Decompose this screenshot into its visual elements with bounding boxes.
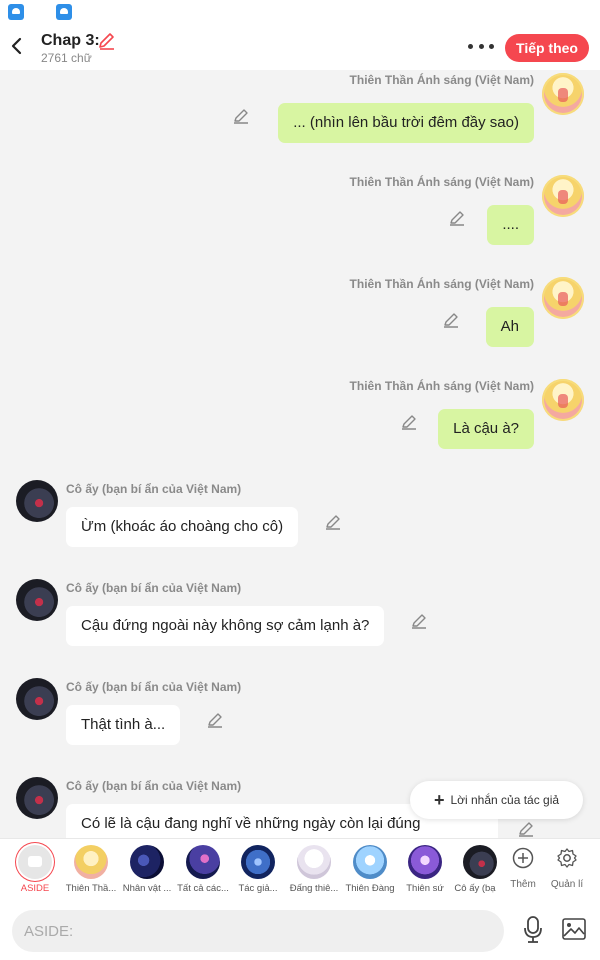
character-avatar <box>408 845 442 879</box>
input-bar <box>0 900 600 960</box>
character-item[interactable]: Thiên sứ <box>397 839 453 901</box>
edit-message-icon[interactable] <box>232 107 250 125</box>
manage-button[interactable]: Quản lí <box>542 839 592 901</box>
edit-message-icon[interactable] <box>324 513 342 531</box>
character-item[interactable]: Thiên Thầ... <box>63 839 119 901</box>
character-bar: ASIDE Thiên Thầ... Nhân vật ... Tất cả c… <box>0 838 600 900</box>
character-avatar <box>74 845 108 879</box>
character-label: Tác giả... <box>238 883 278 894</box>
chapter-title: Chap 3: <box>41 32 100 49</box>
message-bubble[interactable]: Ah <box>485 307 534 347</box>
character-label: Thiên sứ <box>406 883 444 894</box>
character-avatar <box>463 845 497 879</box>
message-bubble[interactable]: Ừm (khoác áo choàng cho cô) <box>66 507 299 547</box>
character-avatar <box>186 845 220 879</box>
message-item: Cô ấy (bạn bí ẩn của Việt Nam) Thật tình… <box>0 676 600 756</box>
add-circle-icon <box>512 847 534 869</box>
message-bubble[interactable]: Là cậu à? <box>438 409 534 449</box>
message-item: Thiên Thần Ánh sáng (Việt Nam) Là cậu à? <box>0 376 600 456</box>
message-bubble[interactable]: Cậu đứng ngoài này không sợ cảm lạnh à? <box>66 606 385 646</box>
character-label: Tất cả các... <box>177 883 229 894</box>
add-label: Thêm <box>510 879 536 890</box>
character-avatar <box>353 845 387 879</box>
message-item: Thiên Thần Ánh sáng (Việt Nam) ... (nhìn… <box>0 70 600 150</box>
plus-icon: + <box>433 790 445 810</box>
edit-message-icon[interactable] <box>517 820 535 838</box>
speaker-name: Thiên Thần Ánh sáng (Việt Nam) <box>349 379 534 393</box>
app-notification-icon <box>56 4 72 20</box>
character-item[interactable]: Cô ấy (bạ <box>452 839 498 901</box>
speaker-name: Thiên Thần Ánh sáng (Việt Nam) <box>349 175 534 189</box>
character-item[interactable]: Đấng thiê... <box>286 839 342 901</box>
message-bubble[interactable]: ... (nhìn lên bầu trời đêm đầy sao) <box>278 103 534 143</box>
character-label: Cô ấy (bạ <box>454 883 496 894</box>
speaker-name: Cô ấy (bạn bí ẩn của Việt Nam) <box>66 482 242 496</box>
message-item: Thiên Thần Ánh sáng (Việt Nam) .... <box>0 172 600 252</box>
speaker-name: Thiên Thần Ánh sáng (Việt Nam) <box>349 73 534 87</box>
character-item[interactable]: Thiên Đàng <box>342 839 398 901</box>
character-label: Đấng thiê... <box>289 883 339 894</box>
microphone-icon[interactable] <box>522 915 544 945</box>
edit-message-icon[interactable] <box>206 711 224 729</box>
avatar[interactable] <box>542 175 584 217</box>
message-bubble[interactable]: .... <box>487 205 534 245</box>
avatar[interactable] <box>542 277 584 319</box>
avatar[interactable] <box>16 480 58 522</box>
aside-icon <box>18 845 52 879</box>
character-item[interactable]: Tác giả... <box>230 839 286 901</box>
character-label: Thiên Thầ... <box>65 883 117 894</box>
speaker-name: Cô ấy (bạn bí ẩn của Việt Nam) <box>66 581 242 595</box>
character-item[interactable]: Nhân vật ... <box>119 839 175 901</box>
character-aside[interactable]: ASIDE <box>7 839 63 901</box>
avatar[interactable] <box>16 777 58 819</box>
speaker-name: Thiên Thần Ánh sáng (Việt Nam) <box>349 277 534 291</box>
message-item: Cô ấy (bạn bí ẩn của Việt Nam) Cậu đứng … <box>0 577 600 657</box>
character-avatar <box>241 845 275 879</box>
character-label: Thiên Đàng <box>345 883 395 894</box>
character-avatar <box>130 845 164 879</box>
character-label: ASIDE <box>20 883 50 894</box>
author-note-button[interactable]: + Lời nhắn của tác giả <box>410 781 583 819</box>
character-avatar <box>297 845 331 879</box>
image-icon[interactable] <box>562 918 586 940</box>
word-count: 2761 chữ <box>41 51 92 65</box>
avatar[interactable] <box>16 678 58 720</box>
manage-label: Quản lí <box>550 879 584 890</box>
gear-icon <box>557 848 577 868</box>
more-options-icon[interactable] <box>468 36 494 56</box>
edit-message-icon[interactable] <box>448 209 466 227</box>
edit-message-icon[interactable] <box>400 413 418 431</box>
edit-message-icon[interactable] <box>410 612 428 630</box>
avatar[interactable] <box>542 379 584 421</box>
speaker-name: Cô ấy (bạn bí ẩn của Việt Nam) <box>66 680 242 694</box>
message-item: Cô ấy (bạn bí ẩn của Việt Nam) Ừm (khoác… <box>0 478 600 558</box>
character-label: Nhân vật ... <box>122 883 172 894</box>
edit-message-icon[interactable] <box>442 311 460 329</box>
avatar[interactable] <box>542 73 584 115</box>
character-item[interactable]: Tất cả các... <box>175 839 231 901</box>
app-notification-icon <box>8 4 24 20</box>
back-arrow-icon[interactable] <box>6 32 28 60</box>
status-bar <box>0 0 600 24</box>
speaker-name: Cô ấy (bạn bí ẩn của Việt Nam) <box>66 779 242 793</box>
add-character-button[interactable]: Thêm <box>498 839 548 901</box>
avatar[interactable] <box>16 579 58 621</box>
author-note-label: Lời nhắn của tác giả <box>450 793 560 807</box>
message-bubble[interactable]: Thật tình à... <box>66 705 181 745</box>
edit-title-icon[interactable] <box>97 31 117 51</box>
next-button[interactable]: Tiếp theo <box>505 34 589 62</box>
chapter-header: Chap 3: 2761 chữ Tiếp theo <box>0 24 600 70</box>
message-input[interactable] <box>12 910 504 952</box>
message-item: Thiên Thần Ánh sáng (Việt Nam) Ah <box>0 274 600 354</box>
